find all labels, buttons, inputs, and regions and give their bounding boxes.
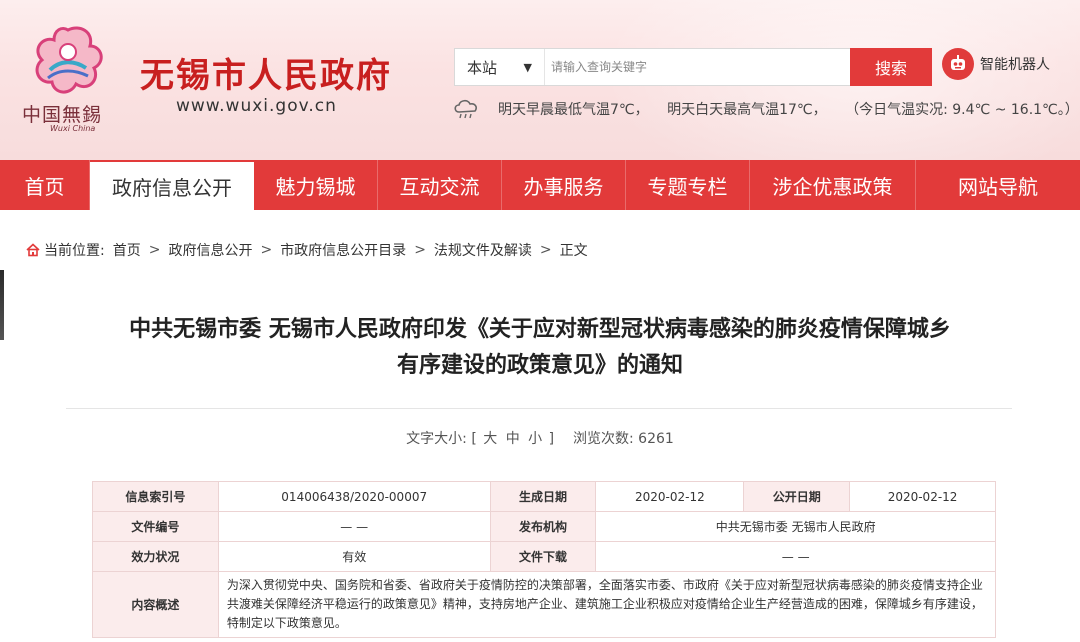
logo-caption: 中国無錫 <box>22 104 103 126</box>
nav-item-gov-info[interactable]: 政府信息公开 <box>90 162 254 210</box>
site-header: 中国無錫 Wuxi China 无锡市人民政府 www.wuxi.gov.cn … <box>0 0 1080 160</box>
search-box: 本站 ▼ 搜索 <box>454 48 932 86</box>
nav-item-home[interactable]: 首页 <box>0 160 90 210</box>
weather-high: 明天白天最高气温17℃， <box>667 102 827 118</box>
font-size-medium-button[interactable]: 中 <box>506 431 520 447</box>
issuer-value: 中共无锡市委 无锡市人民政府 <box>595 511 996 542</box>
index-label: 信息索引号 <box>92 481 219 512</box>
status-value: 有效 <box>217 541 491 572</box>
table-row: 信息索引号 014006438/2020-00007 生成日期 2020-02-… <box>92 481 996 512</box>
breadcrumb-gov-info[interactable]: 政府信息公开 <box>168 240 252 260</box>
summary-value: 为深入贯彻党中央、国务院和省委、省政府关于疫情防控的决策部署，全面落实市委、市政… <box>217 571 997 638</box>
breadcrumb-separator: > <box>148 242 161 258</box>
status-label: 效力状况 <box>92 541 219 572</box>
index-value: 014006438/2020-00007 <box>217 481 491 512</box>
table-row: 文件编号 — — 发布机构 中共无锡市委 无锡市人民政府 <box>92 511 996 542</box>
wuxi-logo-icon[interactable] <box>28 22 108 102</box>
robot-icon <box>942 48 974 80</box>
nav-item-business-policy[interactable]: 涉企优惠政策 <box>750 160 916 210</box>
main-nav: 首页 政府信息公开 魅力锡城 互动交流 办事服务 专题专栏 涉企优惠政策 网站导… <box>0 160 1080 210</box>
gen-date-label: 生成日期 <box>489 481 597 512</box>
download-label: 文件下载 <box>489 541 597 572</box>
article-title-line1: 中共无锡市委 无锡市人民政府印发《关于应对新型冠状病毒感染的肺炎疫情保障城乡 <box>129 317 951 342</box>
search-scope-value: 本站 <box>467 58 498 77</box>
doc-no-label: 文件编号 <box>92 511 219 542</box>
site-title[interactable]: 无锡市人民政府 <box>140 48 392 97</box>
home-icon <box>26 243 40 257</box>
pub-date-value: 2020-02-12 <box>849 481 996 512</box>
table-row: 内容概述 为深入贯彻党中央、国务院和省委、省政府关于疫情防控的决策部署，全面落实… <box>92 571 997 638</box>
gen-date-value: 2020-02-12 <box>595 481 745 512</box>
article-meta: 文字大小: [ 大 中 小 ] 浏览次数: 6261 <box>0 428 1080 448</box>
breadcrumb-home[interactable]: 首页 <box>113 240 141 260</box>
pub-date-label: 公开日期 <box>743 481 851 512</box>
breadcrumb-separator: > <box>260 242 273 258</box>
nav-item-interaction[interactable]: 互动交流 <box>378 160 502 210</box>
breadcrumb-catalog[interactable]: 市政府信息公开目录 <box>280 240 406 260</box>
document-info-table: 信息索引号 014006438/2020-00007 生成日期 2020-02-… <box>92 481 997 638</box>
site-url: www.wuxi.gov.cn <box>176 96 337 116</box>
breadcrumb-current: 正文 <box>559 243 588 259</box>
search-scope-select[interactable]: 本站 ▼ <box>455 49 545 85</box>
nav-item-topics[interactable]: 专题专栏 <box>626 160 750 210</box>
doc-no-value: — — <box>217 511 491 542</box>
smart-robot-link[interactable]: 智能机器人 <box>942 48 1050 80</box>
breadcrumb-separator: > <box>414 242 426 258</box>
table-row: 效力状况 有效 文件下载 — — <box>92 541 996 572</box>
issuer-label: 发布机构 <box>489 511 597 542</box>
search-input[interactable] <box>545 49 850 85</box>
title-divider <box>66 408 1012 409</box>
nav-item-charm[interactable]: 魅力锡城 <box>254 160 378 210</box>
breadcrumb-regulations[interactable]: 法规文件及解读 <box>434 240 532 260</box>
weather-today: （今日气温实况: 9.4℃ ~ 16.1℃。） <box>845 102 1079 118</box>
font-size-close: ] <box>548 431 555 447</box>
weather-bar: 明天早晨最低气温7℃， 明天白天最高气温17℃， （今日气温实况: 9.4℃ ~… <box>452 98 1080 120</box>
logo-subcaption: Wuxi China <box>50 124 96 133</box>
search-button[interactable]: 搜索 <box>850 48 932 86</box>
article-title-line2: 有序建设的政策意见》的通知 <box>396 353 683 378</box>
nav-item-site-map[interactable]: 网站导航 <box>916 160 1080 210</box>
download-value[interactable]: — — <box>595 541 996 572</box>
font-size-small-button[interactable]: 小 <box>528 431 542 447</box>
breadcrumb: 当前位置: 首页 > 政府信息公开 > 市政府信息公开目录 > 法规文件及解读 … <box>26 240 588 260</box>
robot-label: 智能机器人 <box>980 57 1050 73</box>
cloud-rain-icon <box>454 99 477 119</box>
article-title: 中共无锡市委 无锡市人民政府印发《关于应对新型冠状病毒感染的肺炎疫情保障城乡 有… <box>60 312 1020 384</box>
chevron-down-icon: ▼ <box>523 60 532 74</box>
breadcrumb-prefix: 当前位置: <box>44 243 105 259</box>
weather-low: 明天早晨最低气温7℃， <box>498 102 649 118</box>
breadcrumb-separator: > <box>539 242 552 258</box>
font-size-large-button[interactable]: 大 <box>483 431 497 447</box>
font-size-label: 文字大小: [ <box>406 431 477 447</box>
nav-item-services[interactable]: 办事服务 <box>502 160 626 210</box>
views-count: 6261 <box>638 431 674 447</box>
views-label: 浏览次数: <box>573 431 634 447</box>
summary-label: 内容概述 <box>92 571 219 638</box>
left-edge-strip <box>0 270 4 340</box>
